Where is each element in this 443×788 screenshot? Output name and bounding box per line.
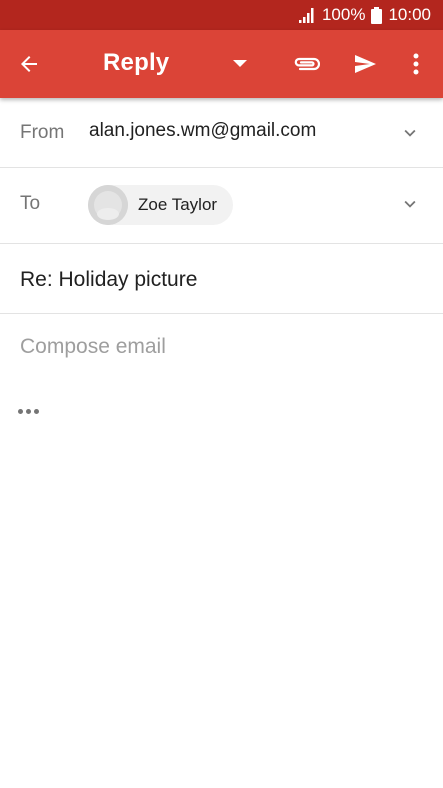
toolbar-title[interactable]: Reply xyxy=(103,49,169,77)
subject-row[interactable]: Re: Holiday picture xyxy=(0,244,443,314)
from-row: From alan.jones.wm@gmail.com xyxy=(0,98,443,168)
to-label: To xyxy=(20,193,41,214)
to-chevron-down-icon[interactable] xyxy=(399,193,421,215)
back-arrow-icon xyxy=(21,56,37,72)
from-account[interactable]: alan.jones.wm@gmail.com xyxy=(89,120,316,142)
signal-icon xyxy=(298,7,314,23)
send-button[interactable] xyxy=(344,30,386,98)
clock: 10:00 xyxy=(388,5,431,24)
contact-avatar-icon xyxy=(88,185,128,225)
send-icon xyxy=(355,55,376,73)
compose-body-input[interactable]: Compose email xyxy=(20,335,420,365)
paperclip-icon xyxy=(294,57,320,71)
battery-icon xyxy=(371,6,383,24)
battery-percent: 100% xyxy=(321,5,366,24)
reply-mode-dropdown-button[interactable] xyxy=(222,30,258,98)
recipient-name: Zoe Taylor xyxy=(138,195,218,214)
more-options-button[interactable] xyxy=(398,30,434,98)
status-bar: 100% 10:00 xyxy=(0,0,443,30)
from-label: From xyxy=(20,122,65,143)
attach-button[interactable] xyxy=(285,30,327,98)
recipient-avatar xyxy=(88,185,128,225)
app-toolbar: Reply xyxy=(0,30,443,98)
more-vert-icon xyxy=(413,53,419,75)
dropdown-triangle-icon xyxy=(233,60,247,67)
back-button[interactable] xyxy=(8,30,50,98)
from-chevron-down-icon[interactable] xyxy=(399,122,421,144)
show-quoted-text-button[interactable] xyxy=(18,398,44,424)
to-row: To Zoe Taylor xyxy=(0,168,443,244)
subject-field[interactable]: Re: Holiday picture xyxy=(20,268,197,292)
status-indicators: 100% 10:00 xyxy=(298,5,431,25)
recipient-chip[interactable]: Zoe Taylor xyxy=(88,185,233,225)
ellipsis-icon xyxy=(18,408,23,414)
